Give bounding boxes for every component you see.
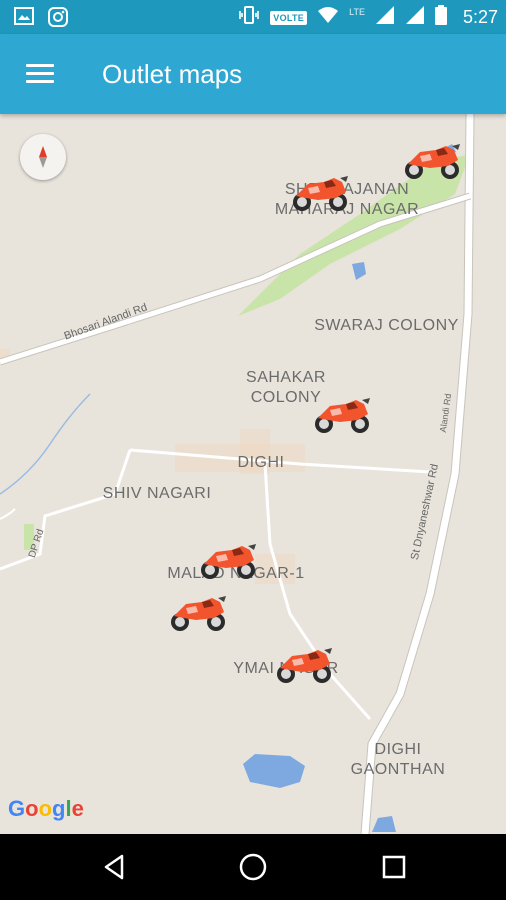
area-label-shiv-nagari: SHIV NAGARI (102, 485, 212, 502)
compass-icon[interactable] (20, 134, 66, 180)
wifi-icon (317, 6, 339, 29)
motorcycle-icon[interactable] (310, 396, 374, 436)
map-view[interactable]: Bhosari Alandi Rd St Dnyaneshwar Rd Alan… (0, 114, 506, 834)
navigation-bar (0, 834, 506, 900)
clock: 5:27 (462, 7, 498, 27)
battery-icon (434, 5, 447, 30)
area-label-dighi-gaonthan: DIGHI GAONTHAN (350, 741, 446, 778)
signal-icon (375, 5, 395, 30)
vibrate-icon (238, 5, 260, 30)
motorcycle-icon[interactable] (400, 142, 464, 182)
status-bar: VOLTE LTE 5:27 (0, 0, 506, 34)
area-label-dighi: DIGHI (237, 454, 285, 471)
volte-badge: VOLTE (270, 10, 308, 25)
instagram-icon (48, 7, 68, 32)
area-label-swaraj: SWARAJ COLONY (314, 317, 459, 334)
page-title: Outlet maps (102, 59, 243, 89)
motorcycle-icon[interactable] (166, 594, 230, 634)
lte-label: LTE (349, 6, 365, 17)
motorcycle-icon[interactable] (288, 174, 352, 214)
home-icon[interactable] (237, 851, 269, 883)
app-bar: Outlet maps (0, 34, 506, 114)
motorcycle-icon[interactable] (196, 542, 260, 582)
motorcycle-icon[interactable] (272, 646, 336, 686)
gallery-icon (14, 7, 34, 32)
signal-icon (405, 5, 425, 30)
back-icon[interactable] (98, 851, 130, 883)
recents-icon[interactable] (378, 851, 410, 883)
menu-icon[interactable] (26, 64, 54, 84)
google-logo: Google (8, 796, 84, 821)
